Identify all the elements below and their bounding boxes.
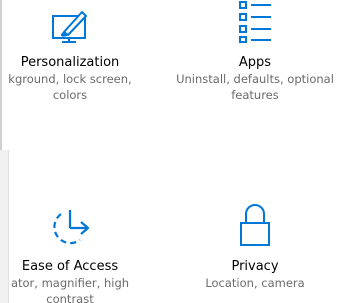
tile-apps[interactable]: Apps Uninstall, defaults, optional featu… (170, 0, 337, 103)
tile-description: Location, camera (205, 276, 305, 290)
tile-title: Ease of Access (21, 259, 119, 274)
tile-personalization[interactable]: Personalization kground, lock screen, co… (0, 0, 155, 103)
tile-description: ator, magnifier, high contrast (10, 276, 130, 303)
tile-title: Apps (238, 55, 272, 70)
personalization-icon (50, 0, 90, 44)
ease-of-access-icon (47, 196, 93, 248)
tile-title: Personalization (20, 55, 120, 70)
tile-ease-of-access[interactable]: Ease of Access ator, magnifier, high con… (0, 196, 155, 303)
tile-privacy[interactable]: Privacy Location, camera (170, 196, 337, 291)
settings-page: Personalization kground, lock screen, co… (0, 0, 337, 303)
tile-description: Uninstall, defaults, optional features (176, 72, 334, 102)
tile-description: kground, lock screen, colors (8, 72, 132, 102)
apps-list-icon (238, 0, 272, 44)
tile-title: Privacy (231, 259, 279, 274)
lock-icon (239, 196, 271, 248)
